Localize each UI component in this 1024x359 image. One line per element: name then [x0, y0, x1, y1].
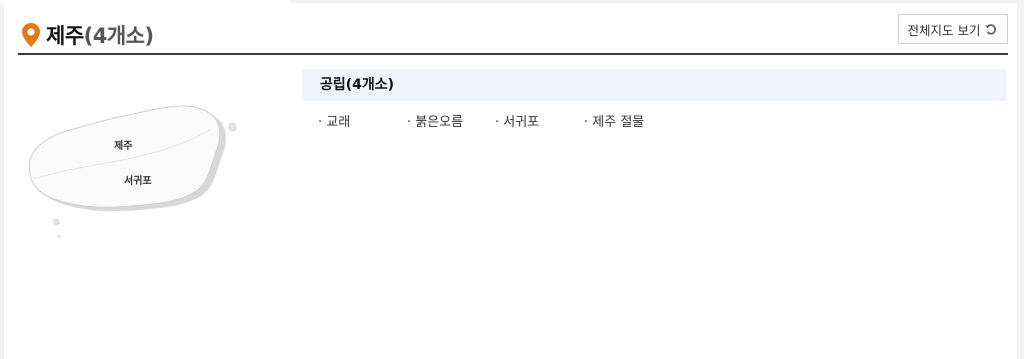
south-islet-small: [57, 234, 61, 239]
region-name: 제주: [46, 24, 84, 48]
place-link-gyorae[interactable]: · 교래: [318, 111, 350, 130]
region-count: (4개소): [83, 24, 154, 48]
refresh-icon: [985, 24, 997, 35]
south-islet: [53, 218, 60, 226]
top-tab-edge: [0, 0, 290, 3]
island-outline: [28, 105, 221, 208]
place-link-bulgeunoreum[interactable]: · 붉은오름: [407, 111, 463, 130]
jeju-island-map: 제주 서귀포: [28, 105, 237, 239]
category-header: 공립(4개소): [302, 69, 1006, 101]
view-all-map-button[interactable]: 전체지도 보기: [898, 14, 1008, 44]
view-all-map-label: 전체지도 보기: [907, 22, 981, 38]
place-link-seogwipo[interactable]: · 서귀포: [495, 111, 539, 130]
map-label-seogwipo: 서귀포: [124, 174, 152, 187]
place-link-jeju-jeolmul[interactable]: · 제주 절물: [584, 111, 644, 130]
map-pin-icon: [22, 23, 40, 47]
region-header: 제주(4개소) 전체지도 보기: [18, 14, 1008, 55]
page-title: 제주(4개소): [46, 20, 154, 50]
map-label-jeju: 제주: [114, 139, 132, 152]
udo-islet: [228, 122, 237, 132]
